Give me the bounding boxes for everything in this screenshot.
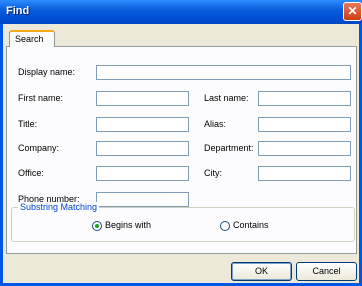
window-title: Find <box>6 5 30 17</box>
begins-with-label: Begins with <box>105 220 152 230</box>
dialog-body: Search Display name: First name: Last na… <box>3 24 359 283</box>
cancel-button[interactable]: Cancel <box>296 262 357 281</box>
company-label: Company: <box>18 143 60 153</box>
tab-search[interactable]: Search <box>9 30 55 47</box>
city-label: City: <box>204 168 222 178</box>
alias-input[interactable] <box>258 117 351 132</box>
last-name-input[interactable] <box>258 91 351 106</box>
city-input[interactable] <box>258 166 351 181</box>
display-name-input[interactable] <box>96 65 351 80</box>
office-label: Office: <box>18 168 44 178</box>
department-label: Department: <box>204 143 254 153</box>
department-input[interactable] <box>258 141 351 156</box>
title-label: Title: <box>18 119 38 129</box>
tab-search-label: Search <box>15 34 44 44</box>
company-input[interactable] <box>96 141 189 156</box>
find-dialog: Find ✕ Search Display name: First name: … <box>0 0 362 286</box>
contains-label: Contains <box>233 220 269 230</box>
phone-number-input[interactable] <box>96 192 189 207</box>
radio-circle-icon <box>220 221 230 231</box>
title-input[interactable] <box>96 117 189 132</box>
first-name-label: First name: <box>18 93 64 103</box>
office-input[interactable] <box>96 166 189 181</box>
ok-button[interactable]: OK <box>231 262 292 281</box>
substring-matching-title: Substring Matching <box>18 202 100 212</box>
radio-selected-dot-icon <box>95 224 99 228</box>
alias-label: Alias: <box>204 119 227 129</box>
last-name-label: Last name: <box>204 93 249 103</box>
title-bar[interactable]: Find ✕ <box>0 0 362 24</box>
close-icon: ✕ <box>347 4 358 18</box>
close-button[interactable]: ✕ <box>343 2 362 21</box>
substring-matching-group: Substring Matching Begins with Contains <box>11 202 355 242</box>
first-name-input[interactable] <box>96 91 189 106</box>
display-name-label: Display name: <box>18 67 76 77</box>
radio-circle-icon <box>92 221 102 231</box>
